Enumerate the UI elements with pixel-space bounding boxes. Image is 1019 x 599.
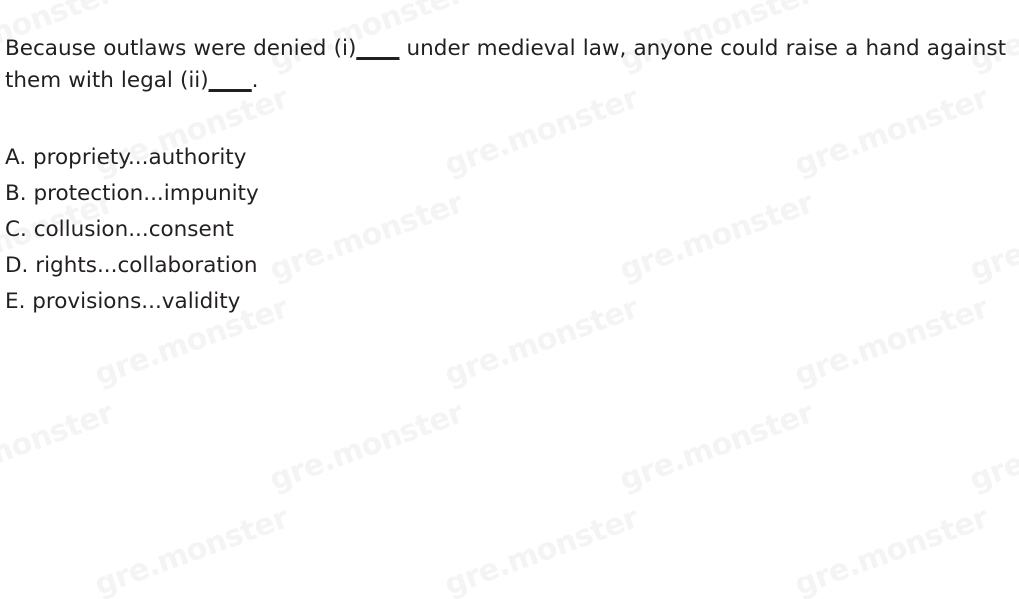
option-text-c: collusion...consent bbox=[33, 217, 234, 242]
option-row-b[interactable]: B. protection...impunity bbox=[5, 176, 705, 212]
option-row-e[interactable]: E. provisions...validity bbox=[5, 284, 705, 320]
blank-two: ____ bbox=[208, 68, 252, 93]
blank-one: ____ bbox=[356, 36, 400, 61]
question-text: Because outlaws were denied (i)____ unde… bbox=[5, 33, 1006, 97]
question-block: Because outlaws were denied (i)____ unde… bbox=[5, 33, 1006, 97]
option-letter-e: E. bbox=[5, 289, 26, 314]
option-row-c[interactable]: C. collusion...consent bbox=[5, 212, 705, 248]
option-letter-b: B. bbox=[5, 181, 27, 206]
option-letter-c: C. bbox=[5, 217, 27, 242]
option-row-a[interactable]: A. propriety...authority bbox=[5, 140, 705, 176]
option-text-b: protection...impunity bbox=[33, 181, 259, 206]
option-text-e: provisions...validity bbox=[32, 289, 241, 314]
option-text-a: propriety...authority bbox=[33, 145, 247, 170]
question-segment-3: . bbox=[251, 68, 259, 93]
option-letter-d: D. bbox=[5, 253, 29, 278]
question-segment-1: Because outlaws were denied (i) bbox=[5, 36, 357, 61]
option-letter-a: A. bbox=[5, 145, 27, 170]
option-row-d[interactable]: D. rights...collaboration bbox=[5, 248, 705, 284]
content-layer: Because outlaws were denied (i)____ unde… bbox=[0, 0, 1019, 599]
option-text-d: rights...collaboration bbox=[35, 253, 258, 278]
options-block: A. propriety...authority B. protection..… bbox=[5, 140, 705, 320]
